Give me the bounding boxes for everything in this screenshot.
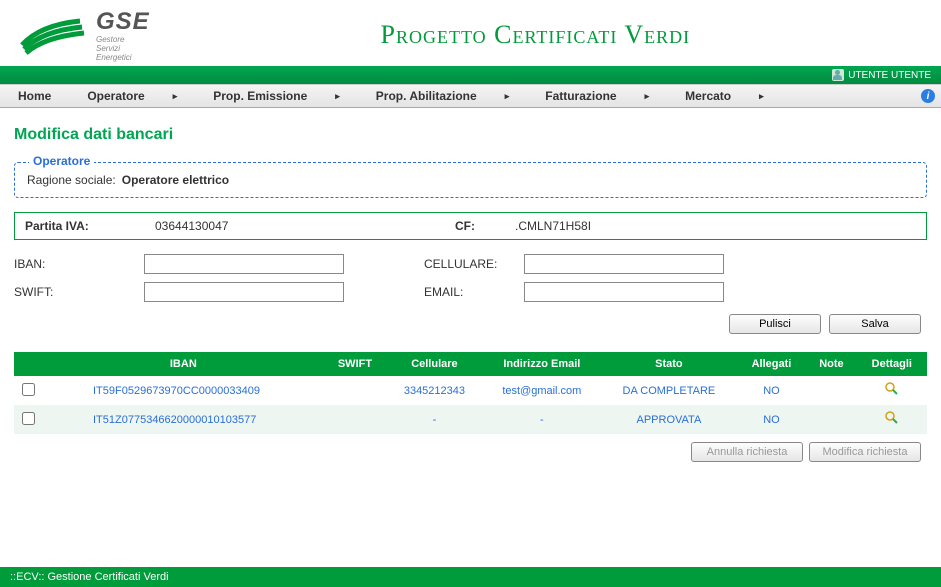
pulisci-button[interactable]: Pulisci xyxy=(729,314,821,334)
logo-text: GSE xyxy=(96,8,150,36)
cell-email: - xyxy=(483,405,602,434)
bank-table: IBAN SWIFT Cellulare Indirizzo Email Sta… xyxy=(14,352,927,434)
swift-input[interactable] xyxy=(144,282,344,302)
menu-prop-emissione[interactable]: Prop. Emissione ▸ xyxy=(195,85,358,107)
menu-label: Prop. Abilitazione xyxy=(376,89,477,103)
col-allegati: Allegati xyxy=(737,352,807,376)
logo: GSE Gestore Servizi Energetici xyxy=(20,8,150,62)
col-swift: SWIFT xyxy=(324,352,387,376)
user-icon xyxy=(832,69,844,81)
table-row: IT59F0529673970CC0000033409 3345212343tes… xyxy=(14,376,927,405)
chevron-right-icon: ▸ xyxy=(505,91,510,102)
cell-cellulare: 3345212343 xyxy=(386,376,482,405)
cell-cellulare: - xyxy=(386,405,482,434)
menu-home[interactable]: Home xyxy=(0,85,69,107)
cell-note xyxy=(806,405,856,434)
magnifier-icon[interactable] xyxy=(885,411,899,428)
logo-swoosh-icon xyxy=(20,15,90,55)
cell-stato: APPROVATA xyxy=(601,405,737,434)
ragione-label: Ragione sociale: xyxy=(27,173,116,187)
chevron-right-icon: ▸ xyxy=(759,91,764,102)
page-title: Modifica dati bancari xyxy=(14,126,927,144)
col-dettagli: Dettagli xyxy=(857,352,927,376)
menu-fatturazione[interactable]: Fatturazione ▸ xyxy=(527,85,667,107)
chevron-right-icon: ▸ xyxy=(335,91,340,102)
operatore-box: Operatore Ragione sociale: Operatore ele… xyxy=(14,162,927,198)
info-icon[interactable]: i xyxy=(921,89,935,103)
col-iban: IBAN xyxy=(43,352,324,376)
magnifier-icon[interactable] xyxy=(885,382,899,399)
cell-allegati: NO xyxy=(737,405,807,434)
cell-stato: DA COMPLETARE xyxy=(601,376,737,405)
piva-label: Partita IVA: xyxy=(25,219,155,233)
email-input[interactable] xyxy=(524,282,724,302)
operatore-legend: Operatore xyxy=(29,154,94,168)
email-label: EMAIL: xyxy=(424,285,524,299)
cell-input[interactable] xyxy=(524,254,724,274)
row-checkbox[interactable] xyxy=(22,412,35,425)
cell-note xyxy=(806,376,856,405)
cf-label: CF: xyxy=(455,219,515,233)
annulla-button[interactable]: Annulla richiesta xyxy=(691,442,803,462)
cell-iban: IT59F0529673970CC0000033409 xyxy=(43,376,324,405)
bank-form: IBAN: CELLULARE: SWIFT: EMAIL: xyxy=(14,254,927,302)
menu-label: Home xyxy=(18,89,51,103)
fiscal-info-box: Partita IVA: 03644130047 CF: .CMLN71H58I xyxy=(14,212,927,240)
cell-swift xyxy=(324,405,387,434)
app-title: Progetto Certificati Verdi xyxy=(150,20,921,50)
col-note: Note xyxy=(806,352,856,376)
piva-value: 03644130047 xyxy=(155,219,228,233)
cell-iban: IT51Z0775346620000010103577 xyxy=(43,405,324,434)
col-check xyxy=(14,352,43,376)
salva-button[interactable]: Salva xyxy=(829,314,921,334)
header: GSE Gestore Servizi Energetici Progetto … xyxy=(0,0,941,66)
ragione-value: Operatore elettrico xyxy=(122,173,229,187)
menu-prop-abilitazione[interactable]: Prop. Abilitazione ▸ xyxy=(358,85,527,107)
swift-label: SWIFT: xyxy=(14,285,144,299)
row-checkbox[interactable] xyxy=(22,383,35,396)
chevron-right-icon: ▸ xyxy=(173,91,178,102)
col-cell: Cellulare xyxy=(386,352,482,376)
chevron-right-icon: ▸ xyxy=(645,91,650,102)
user-bar: UTENTE UTENTE xyxy=(0,66,941,84)
table-row: IT51Z0775346620000010103577--APPROVATANO xyxy=(14,405,927,434)
menu-label: Operatore xyxy=(87,89,144,103)
menu-label: Fatturazione xyxy=(545,89,616,103)
cell-email: test@gmail.com xyxy=(483,376,602,405)
cell-swift xyxy=(324,376,387,405)
iban-input[interactable] xyxy=(144,254,344,274)
menu-label: Prop. Emissione xyxy=(213,89,307,103)
cell-label: CELLULARE: xyxy=(424,257,524,271)
cf-value: .CMLN71H58I xyxy=(515,219,591,233)
menu-operatore[interactable]: Operatore ▸ xyxy=(69,85,195,107)
user-name: UTENTE UTENTE xyxy=(848,70,931,81)
logo-subtext: Energetici xyxy=(96,54,150,63)
menu-label: Mercato xyxy=(685,89,731,103)
col-stato: Stato xyxy=(601,352,737,376)
footer: ::ECV:: Gestione Certificati Verdi xyxy=(0,567,941,587)
menu-mercato[interactable]: Mercato ▸ xyxy=(667,85,782,107)
iban-label: IBAN: xyxy=(14,257,144,271)
menu-bar: Home Operatore ▸ Prop. Emissione ▸ Prop. A… xyxy=(0,84,941,108)
col-email: Indirizzo Email xyxy=(483,352,602,376)
cell-allegati: NO xyxy=(737,376,807,405)
modifica-button[interactable]: Modifica richiesta xyxy=(809,442,921,462)
